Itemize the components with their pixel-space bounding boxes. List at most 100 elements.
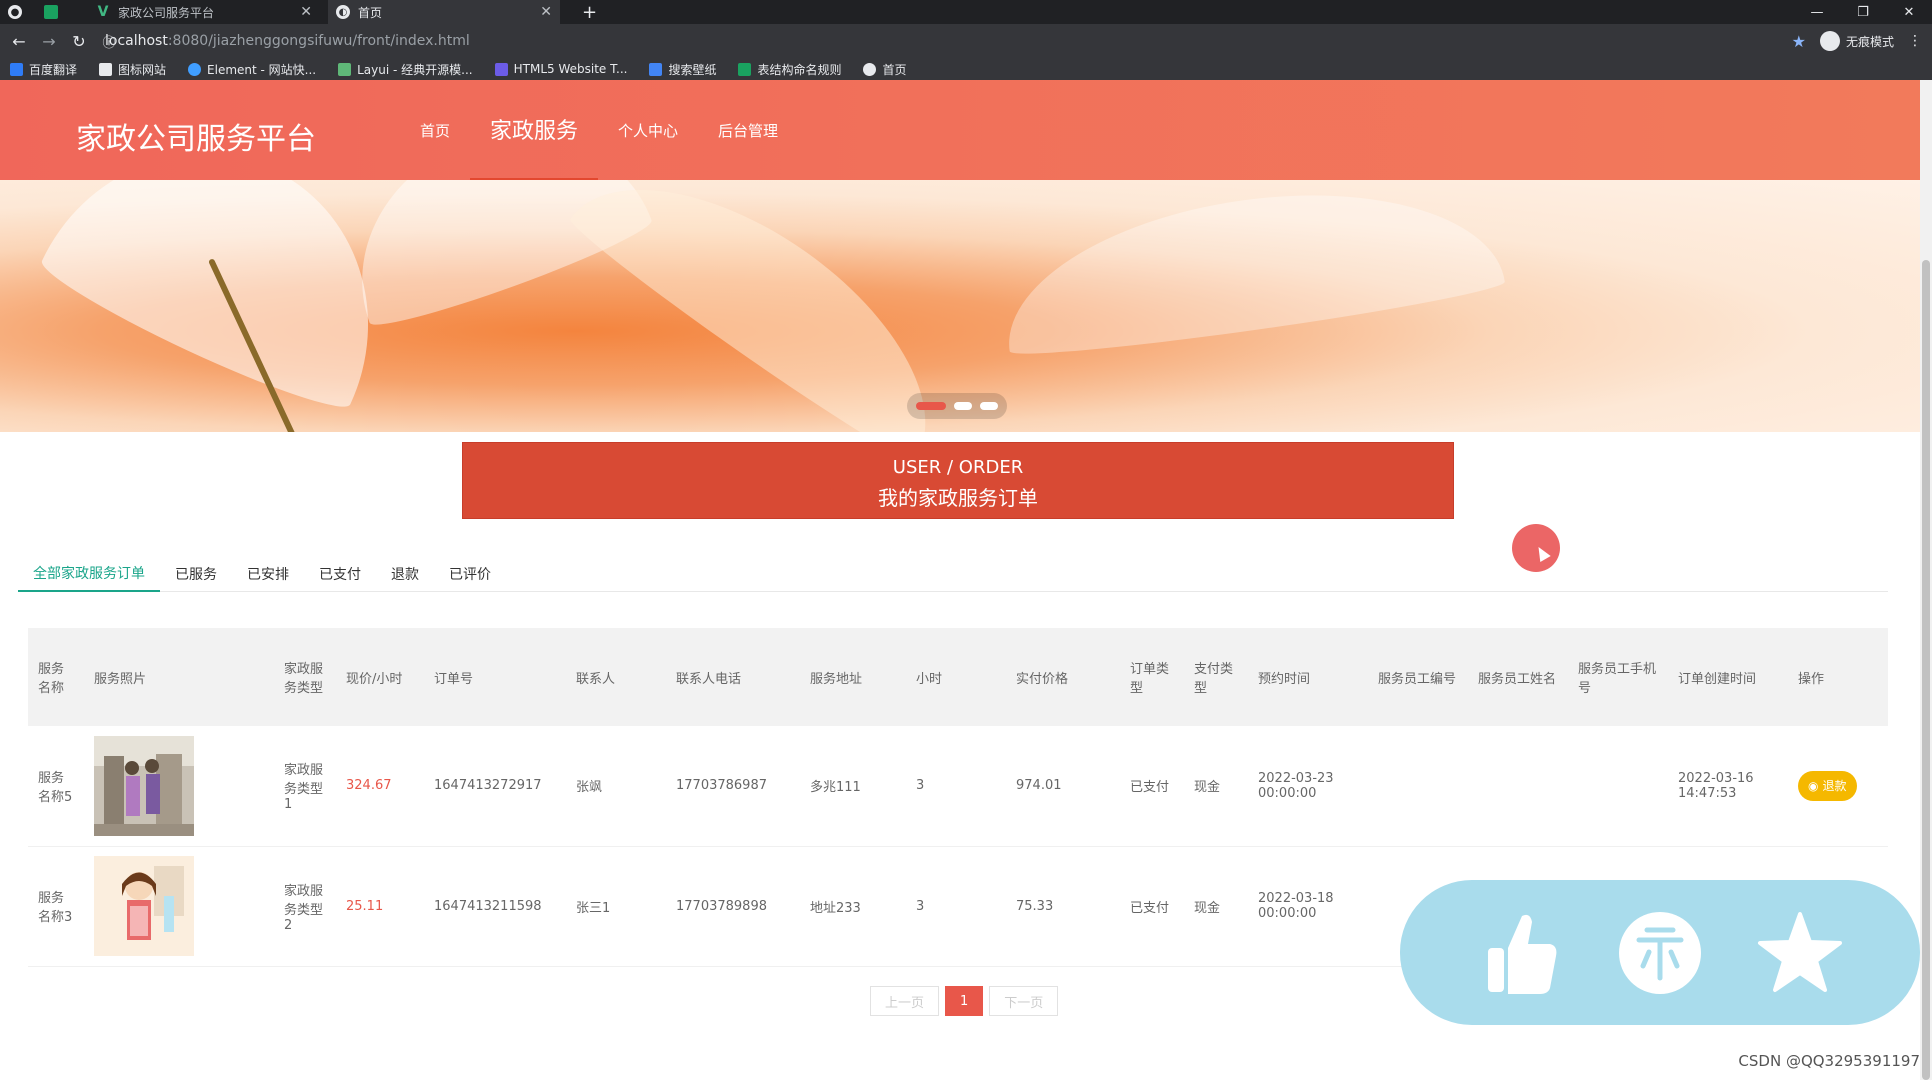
section-title-box: USER / ORDER 我的家政服务订单 [462,442,1454,519]
cell-contact: 张飒 [566,726,666,847]
next-page-button[interactable]: 下一页 [989,986,1059,1016]
cell-service-type: 家政服务类型1 [274,726,336,847]
more-menu-icon[interactable]: ⋮ [1908,33,1922,49]
page-1-button[interactable]: 1 [945,986,984,1016]
incognito-label: 无痕模式 [1845,34,1894,49]
coin-icon: ◉ [1808,778,1819,793]
col-header: 操作 [1788,628,1888,726]
cell-staff-no [1368,726,1468,847]
prev-page-button[interactable]: 上一页 [870,986,940,1016]
wallpaper-icon [649,62,663,76]
forward-icon[interactable]: → [34,26,64,56]
url-field[interactable]: localhost:8080/jiazhenggongsifuwu/front/… [105,28,470,54]
tab-paid[interactable]: 已支付 [304,556,376,592]
service-photo[interactable] [94,735,194,836]
tab-arranged[interactable]: 已安排 [232,556,304,592]
nav-profile[interactable]: 个人中心 [598,80,698,180]
cell-appointment: 2022-03-23 00:00:00 [1248,726,1368,847]
nav-housekeeping[interactable]: 家政服务 [470,80,599,180]
cell-appointment: 2022-03-18 00:00:00 [1248,846,1368,967]
bookmark-item[interactable]: 首页 [863,61,907,78]
bookmark-item[interactable]: Element - 网站快... [188,61,316,78]
bookmark-item[interactable]: 图标网站 [99,61,166,78]
globe-icon [863,62,877,76]
pinned-tab[interactable] [36,0,84,24]
bookmark-item[interactable]: 表结构命名规则 [738,61,841,78]
incognito-indicator[interactable]: 无痕模式 [1819,31,1894,51]
cell-order-no: 1647413272917 [424,726,566,847]
cell-pay-type: 现金 [1184,846,1248,967]
refund-label: 退款 [1822,779,1847,794]
page-scrollbar[interactable] [1920,80,1932,1080]
pagination: 上一页 1 下一页 [870,986,1059,1016]
nav-home[interactable]: 首页 [400,80,470,180]
cell-order-type: 已支付 [1120,726,1184,847]
col-header: 联系人电话 [666,628,800,726]
cell-service-type: 家政服务类型2 [274,846,336,967]
url-host: localhost [105,33,168,49]
carousel-indicators [907,393,1007,419]
cell-service-photo [84,726,274,847]
col-header: 服务员工姓名 [1468,628,1568,726]
restore-icon[interactable]: ❐ [1840,0,1886,24]
col-header: 订单类型 [1120,628,1184,726]
close-tab-icon[interactable]: ✕ [540,4,552,20]
minimize-icon[interactable]: — [1794,0,1840,24]
tab-served[interactable]: 已服务 [160,556,232,592]
col-header: 服务名称 [28,628,84,726]
cell-order-type: 已支付 [1120,846,1184,967]
cell-price: 25.11 [336,846,424,967]
site-title[interactable]: 家政公司服务平台 [76,114,316,158]
new-tab-button[interactable]: + [574,0,604,24]
browser-menu-icon[interactable]: ● [0,0,30,24]
scrollbar-thumb[interactable] [1922,260,1930,1080]
col-header: 服务员工编号 [1368,628,1468,726]
bookmark-label: Layui - 经典开源模... [357,62,473,77]
tab-home[interactable]: ◐ 首页 ✕ [328,0,560,24]
cell-price: 324.67 [336,726,424,847]
table-row[interactable]: 服务名称5 家政服务类型1 324.67 1647413272917 张飒 17… [28,726,1888,847]
back-icon[interactable]: ← [4,26,34,56]
carousel-dot[interactable] [954,402,972,410]
tab-all-orders[interactable]: 全部家政服务订单 [18,556,160,592]
bookmark-item[interactable]: Layui - 经典开源模... [338,61,473,78]
flag-icon [99,62,113,76]
service-photo[interactable] [94,856,194,956]
col-header: 服务员工手机号 [1568,628,1668,726]
carousel-dot[interactable] [980,402,998,410]
bookmark-item[interactable]: HTML5 Website T... [494,62,627,76]
element-icon [188,62,202,76]
url-path: :8080/jiazhenggongsifuwu/front/index.htm… [167,33,470,49]
cell-service-name: 服务名称3 [28,846,84,967]
close-tab-icon[interactable]: ✕ [300,4,312,20]
carousel-dot[interactable] [916,402,946,410]
reload-icon[interactable]: ↻ [64,26,94,56]
tab-reviewed[interactable]: 已评价 [434,556,506,592]
col-header: 服务地址 [800,628,906,726]
tab-refund[interactable]: 退款 [376,556,434,592]
bookmark-label: Element - 网站快... [207,62,317,77]
bookmark-item[interactable]: 百度翻译 [10,61,77,78]
bookmarks-bar: 百度翻译 图标网站 Element - 网站快... Layui - 经典开源模… [0,58,1932,80]
refund-button[interactable]: ◉ 退款 [1798,770,1857,801]
bookmark-item[interactable]: 搜索壁纸 [649,61,716,78]
cell-paid-price: 974.01 [1006,726,1120,847]
order-status-tabs: 全部家政服务订单 已服务 已安排 已支付 退款 已评价 [18,556,1888,592]
browser-tab-bar: ● V 家政公司服务平台 ✕ ◐ 首页 ✕ + — ❐ ✕ [0,0,1932,24]
bookmark-star-icon[interactable]: ★ [1792,32,1806,51]
star-icon[interactable] [1755,908,1845,998]
banner-feather [993,180,1507,365]
cell-hours: 3 [906,726,1006,847]
close-window-icon[interactable]: ✕ [1886,0,1932,24]
thumbs-up-icon[interactable] [1475,908,1565,998]
html5-icon [494,62,508,76]
table-header-row: 服务名称 服务照片 家政服务类型 现价/小时 订单号 联系人 联系人电话 服务地… [28,628,1888,726]
tab-platform[interactable]: V 家政公司服务平台 ✕ [88,0,320,24]
bookmark-label: 搜索壁纸 [668,62,717,77]
nav-admin[interactable]: 后台管理 [698,80,798,180]
coin-icon[interactable] [1615,908,1705,998]
col-header: 订单号 [424,628,566,726]
incognito-icon [1819,31,1840,51]
col-header: 联系人 [566,628,666,726]
cell-hours: 3 [906,846,1006,967]
